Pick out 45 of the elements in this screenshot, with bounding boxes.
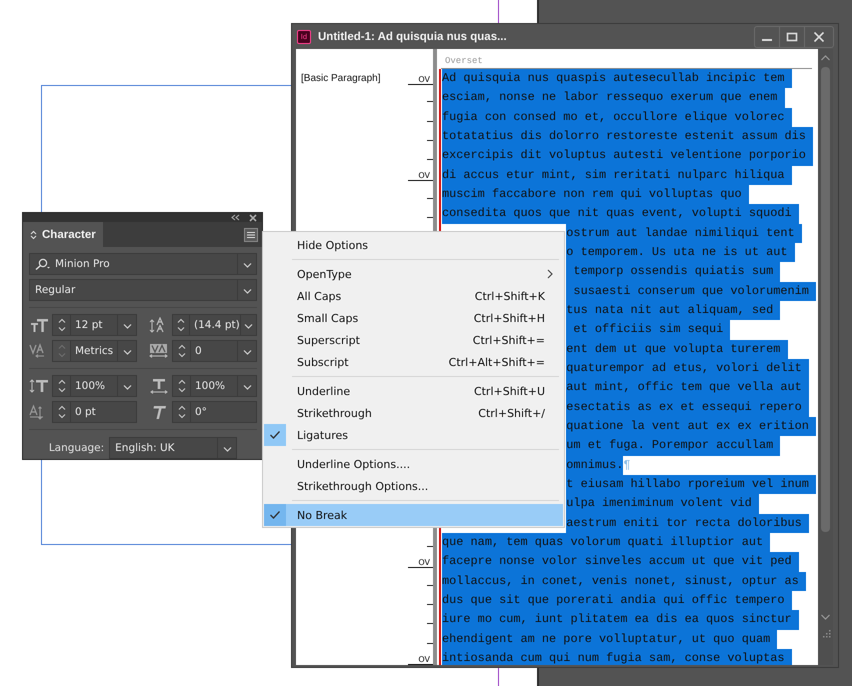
menu-item[interactable]: Superscript Ctrl+Shift+= <box>264 329 563 351</box>
menu-item[interactable]: Underline Ctrl+Shift+U <box>264 380 563 402</box>
panel-menu-icon[interactable] <box>244 228 258 242</box>
menu-item[interactable]: Strikethrough Ctrl+Shift+/ <box>264 402 563 424</box>
double-t-icon <box>29 317 49 333</box>
paragraph-style-label: [Basic Paragraph] <box>301 73 380 84</box>
paragraph-mark: ¶ <box>623 456 631 474</box>
number-field[interactable]: 0 <box>172 340 257 362</box>
scroll-down-icon[interactable] <box>818 612 833 622</box>
menu-item[interactable]: Strikethrough Options... <box>264 475 563 497</box>
panel-tab[interactable]: Character <box>23 222 103 247</box>
language-dropdown[interactable]: English: UK <box>109 437 238 459</box>
menu-item[interactable]: Underline Options.... <box>264 453 563 475</box>
collapse-icon[interactable] <box>231 214 240 221</box>
scrollbar-thumb[interactable] <box>821 67 830 532</box>
vertical-t-icon <box>29 378 49 394</box>
font-dropdown[interactable]: Minion Pro <box>29 253 257 275</box>
number-field[interactable]: Metrics <box>52 340 137 362</box>
maximize-icon[interactable] <box>786 30 798 42</box>
menu-item[interactable]: Hide Options <box>264 234 563 256</box>
menu-item[interactable]: OpenType <box>264 263 563 285</box>
menu-item[interactable]: Ligatures <box>264 424 563 446</box>
updown-icon <box>30 230 37 240</box>
boxed-letters-icon <box>149 343 169 359</box>
number-field[interactable]: 100% <box>52 375 137 397</box>
horizontal-t-icon <box>149 378 169 394</box>
checkmark-icon <box>269 430 281 440</box>
number-field[interactable]: 100% <box>172 375 257 397</box>
number-field[interactable]: 0° <box>172 401 257 423</box>
menu-item[interactable]: Small Caps Ctrl+Shift+H <box>264 307 563 329</box>
number-field[interactable]: 12 pt <box>52 314 137 336</box>
style-dropdown[interactable]: Regular <box>29 279 257 301</box>
language-label: Language: <box>48 442 104 454</box>
window-title: Untitled-1: Ad quisquia nus quas... <box>318 30 507 42</box>
close-icon[interactable] <box>813 30 825 42</box>
overset-label: Overset <box>445 56 483 66</box>
menu-item[interactable]: Subscript Ctrl+Alt+Shift+= <box>264 351 563 373</box>
checkmark-icon <box>269 510 281 520</box>
menu-item[interactable]: All Caps Ctrl+Shift+K <box>264 285 563 307</box>
number-field[interactable]: (14.4 pt) <box>172 314 257 336</box>
search-icon <box>34 258 50 270</box>
menu-item[interactable]: No Break <box>264 504 563 526</box>
close-icon[interactable] <box>249 214 257 222</box>
scrollbar[interactable] <box>818 49 833 665</box>
number-field[interactable]: 0 pt <box>52 401 137 423</box>
